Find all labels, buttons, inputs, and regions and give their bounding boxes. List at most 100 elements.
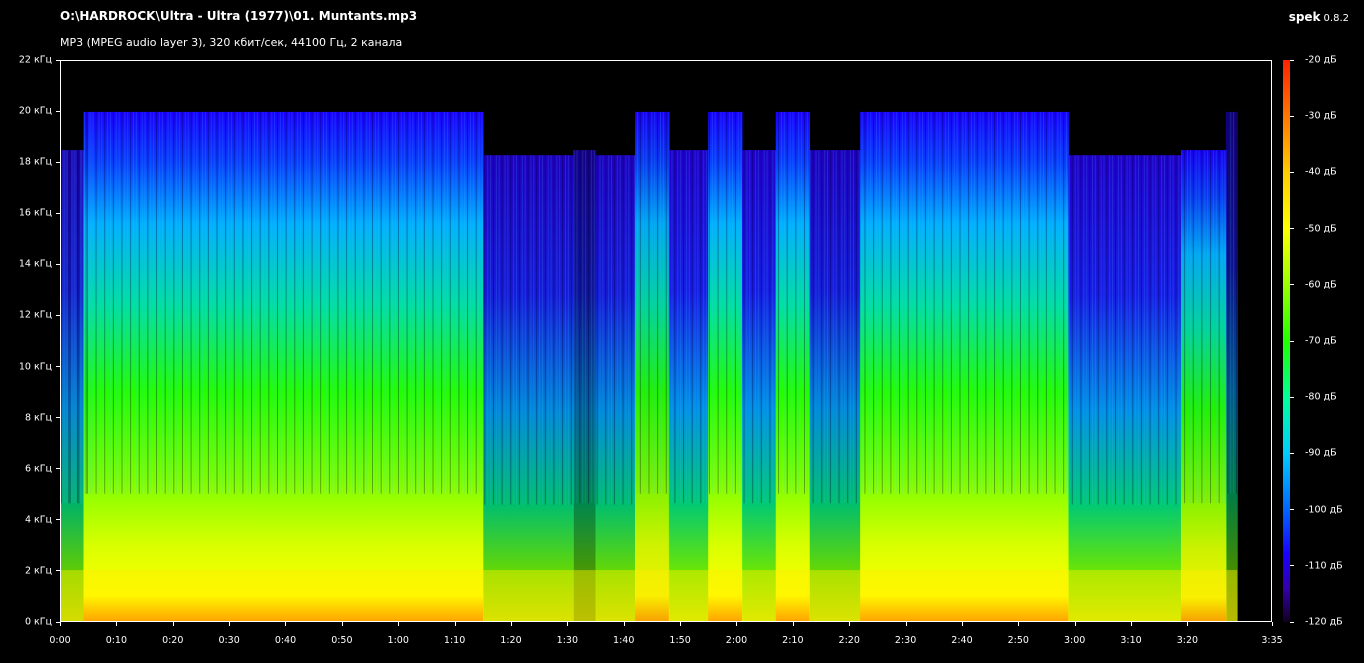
db-tick-label: -50 дБ bbox=[1305, 223, 1337, 235]
transient-streak bbox=[173, 111, 175, 494]
transient-streak bbox=[671, 150, 673, 504]
transient-streak bbox=[77, 150, 79, 504]
transient-streak bbox=[827, 150, 829, 504]
transient-streak bbox=[775, 150, 777, 504]
transient-streak bbox=[979, 111, 981, 494]
transient-streak bbox=[1005, 111, 1007, 494]
transient-streak bbox=[582, 150, 584, 504]
transient-streak bbox=[432, 111, 434, 494]
transient-streak bbox=[1034, 111, 1036, 494]
transient-streak bbox=[1106, 155, 1108, 505]
transient-streak bbox=[348, 111, 350, 494]
transient-streak bbox=[1207, 150, 1209, 504]
transient-streak bbox=[1146, 155, 1148, 505]
frequency-tick-label: 2 кГц bbox=[24, 565, 52, 577]
transient-streak bbox=[124, 111, 126, 494]
transient-streak bbox=[429, 111, 431, 494]
frequency-tick-mark bbox=[56, 314, 60, 316]
transient-streak bbox=[835, 150, 837, 504]
transient-streak bbox=[1103, 155, 1105, 505]
transient-streak bbox=[559, 155, 561, 505]
transient-streak bbox=[118, 111, 120, 494]
transient-streak bbox=[1233, 111, 1235, 494]
transient-streak bbox=[187, 111, 189, 494]
transient-streak bbox=[230, 111, 232, 494]
transient-streak bbox=[452, 111, 454, 494]
transient-streak bbox=[927, 111, 929, 494]
transient-streak bbox=[1002, 111, 1004, 494]
transient-streak bbox=[916, 111, 918, 494]
transient-streak bbox=[1158, 155, 1160, 505]
transient-streak bbox=[1201, 150, 1203, 504]
frequency-tick-label: 16 кГц bbox=[18, 207, 52, 219]
frequency-tick-mark bbox=[56, 366, 60, 368]
transient-streak bbox=[1011, 111, 1013, 494]
transient-streak bbox=[818, 150, 820, 504]
transient-streak bbox=[910, 111, 912, 494]
transient-streak bbox=[665, 111, 667, 494]
transient-streak bbox=[395, 111, 397, 494]
transient-streak bbox=[1120, 155, 1122, 505]
transient-streak bbox=[415, 111, 417, 494]
transient-streak bbox=[994, 111, 996, 494]
frequency-tick-label: 14 кГц bbox=[18, 258, 52, 270]
transient-streak bbox=[63, 150, 65, 504]
db-tick-mark bbox=[1290, 396, 1294, 398]
transient-streak bbox=[550, 155, 552, 505]
transient-streak bbox=[685, 150, 687, 504]
transient-streak bbox=[564, 155, 566, 505]
frequency-tick-mark bbox=[56, 110, 60, 112]
transient-streak bbox=[700, 150, 702, 504]
transient-streak bbox=[484, 155, 486, 505]
db-tick-label: -70 дБ bbox=[1305, 335, 1337, 347]
transient-streak bbox=[69, 150, 71, 504]
transient-streak bbox=[253, 111, 255, 494]
transient-streak bbox=[458, 111, 460, 494]
transient-streak bbox=[104, 111, 106, 494]
transient-streak bbox=[1094, 155, 1096, 505]
transient-streak bbox=[864, 111, 866, 494]
transient-streak bbox=[968, 111, 970, 494]
transient-streak bbox=[1227, 111, 1229, 494]
transient-streak bbox=[930, 111, 932, 494]
transient-streak bbox=[850, 150, 852, 504]
file-info-subtitle: MP3 (MPEG audio layer 3), 320 кбит/сек, … bbox=[60, 36, 403, 49]
transient-streak bbox=[291, 111, 293, 494]
low-frequency-band bbox=[61, 570, 1238, 621]
transient-streak bbox=[79, 150, 81, 504]
time-tick-mark bbox=[285, 622, 287, 626]
transient-streak bbox=[778, 111, 780, 494]
transient-streak bbox=[130, 111, 132, 494]
transient-streak bbox=[783, 111, 785, 494]
transient-streak bbox=[950, 111, 952, 494]
transient-streak bbox=[72, 150, 74, 504]
transient-streak bbox=[245, 111, 247, 494]
frequency-tick-label: 10 кГц bbox=[18, 361, 52, 373]
transient-streak bbox=[605, 155, 607, 505]
transient-streak bbox=[196, 111, 198, 494]
transient-streak bbox=[323, 111, 325, 494]
transient-streak bbox=[942, 111, 944, 494]
transient-streak bbox=[1221, 150, 1223, 504]
transient-streak bbox=[588, 150, 590, 504]
transient-streak bbox=[351, 111, 353, 494]
transient-streak bbox=[320, 111, 322, 494]
spectrum-segment bbox=[595, 155, 636, 621]
transient-streak bbox=[65, 150, 67, 504]
transient-streak bbox=[1045, 111, 1047, 494]
transient-streak bbox=[642, 111, 644, 494]
frequency-tick-label: 4 кГц bbox=[24, 514, 52, 526]
transient-streak bbox=[907, 111, 909, 494]
transient-streak bbox=[317, 111, 319, 494]
transient-streak bbox=[590, 150, 592, 504]
transient-streak bbox=[478, 111, 480, 494]
time-tick-label: 2:00 bbox=[725, 635, 748, 646]
time-axis: 0:00 0:10 0:20 0:30 0:40 0:50 1:00 1:10 1:20 1:30… bbox=[0, 622, 1364, 663]
transient-streak bbox=[109, 111, 111, 494]
transient-streak bbox=[153, 111, 155, 494]
transient-streak bbox=[1224, 150, 1226, 504]
time-tick-mark bbox=[1131, 622, 1133, 626]
transient-streak bbox=[409, 111, 411, 494]
transient-streak bbox=[343, 111, 345, 494]
transient-streak bbox=[1019, 111, 1021, 494]
